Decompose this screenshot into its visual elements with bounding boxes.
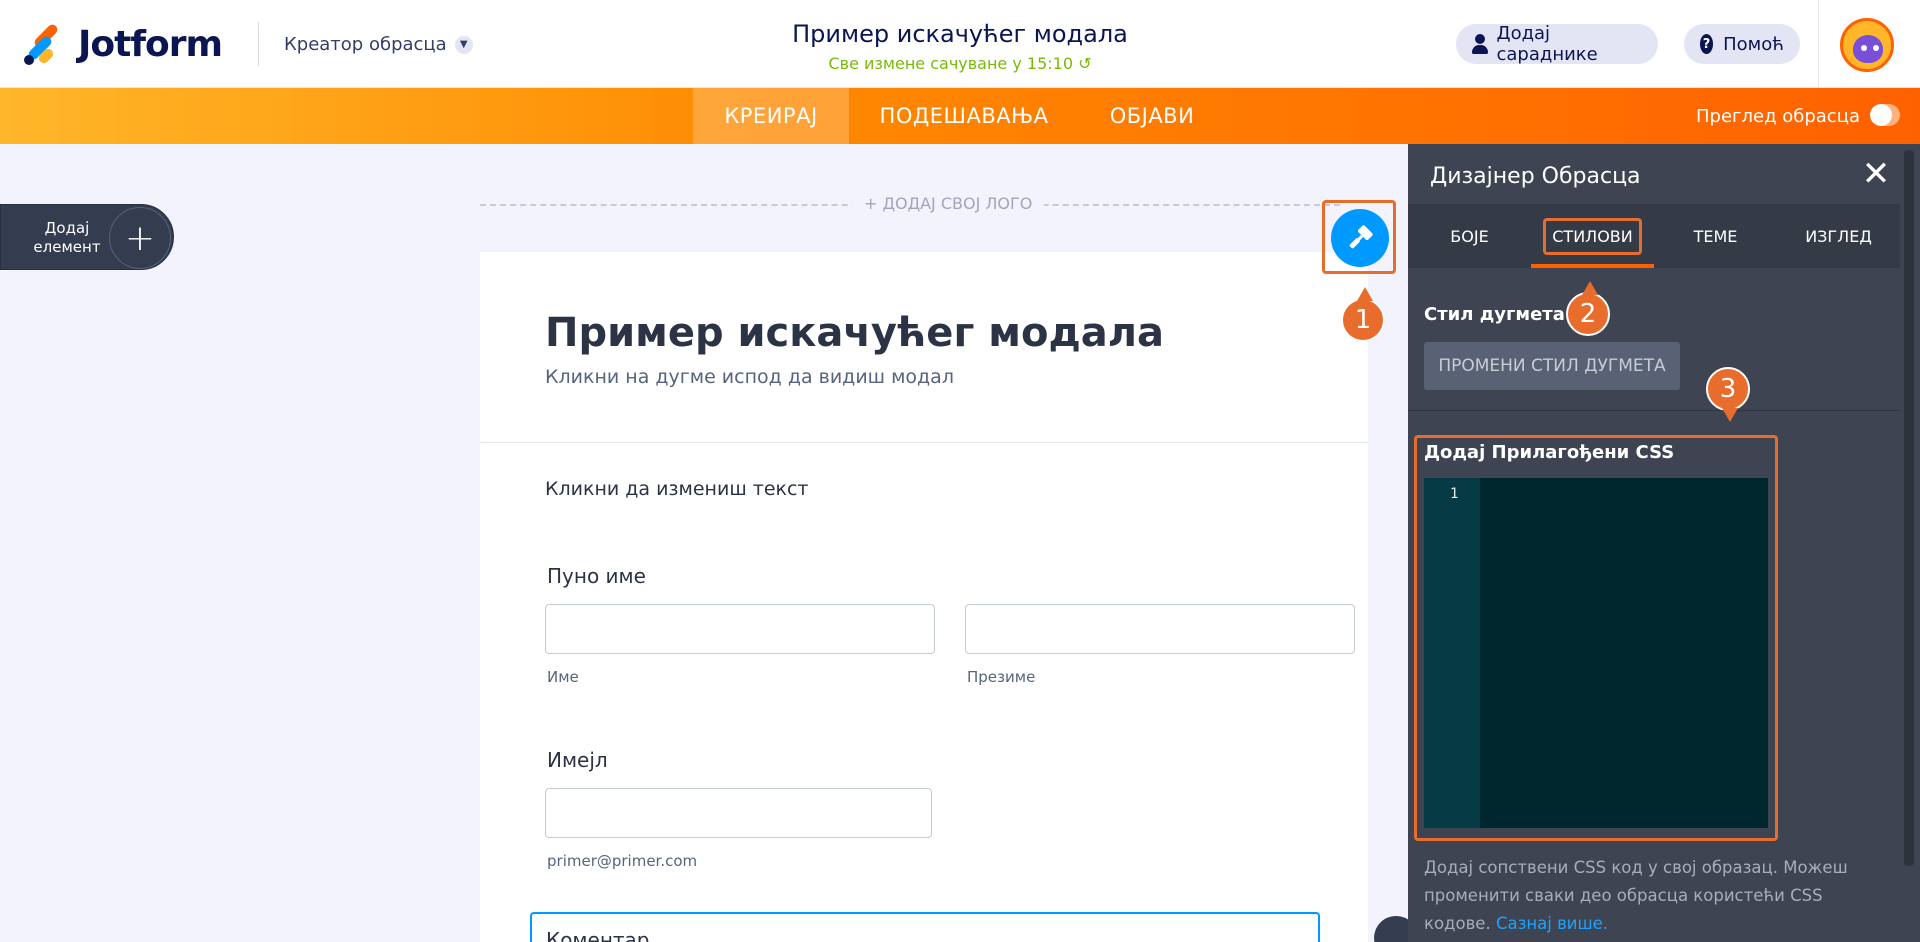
fullname-label: Пуно име: [547, 564, 646, 588]
tab-colors[interactable]: БОЈЕ: [1408, 204, 1531, 268]
custom-css-title: Додај Прилагођени CSS: [1424, 442, 1675, 463]
form-heading[interactable]: Пример искачућег модала: [545, 310, 1164, 356]
header-divider: [258, 22, 259, 66]
form-creator-label: Креатор обрасца: [284, 34, 447, 55]
user-avatar[interactable]: [1840, 18, 1894, 72]
user-icon: [1472, 34, 1488, 54]
first-name-input[interactable]: [545, 604, 935, 654]
designer-section-divider: [1408, 410, 1900, 411]
form-preview-label: Преглед обрасца: [1696, 106, 1860, 127]
form-designer-button[interactable]: [1331, 209, 1389, 267]
callout-2: 2: [1566, 281, 1610, 336]
form-subheading[interactable]: Кликни на дугме испод да видиш модал: [545, 366, 954, 388]
designer-tabs: БОЈЕ СТИЛОВИ ТЕМЕ ИЗГЛЕД: [1408, 204, 1900, 268]
email-input[interactable]: [545, 788, 932, 838]
last-name-input[interactable]: [965, 604, 1355, 654]
designer-scrollbar[interactable]: [1900, 144, 1920, 942]
form-text-block[interactable]: Кликни да измениш текст: [545, 478, 809, 500]
callout-3: 3: [1706, 367, 1750, 422]
history-icon[interactable]: ↺: [1078, 54, 1091, 73]
tab-styles-label: СТИЛОВИ: [1543, 217, 1642, 255]
add-collaborators-label: Додај сараднике: [1496, 23, 1598, 65]
tab-settings[interactable]: ПОДЕШАВАЊА: [862, 88, 1066, 144]
tab-create[interactable]: КРЕИРАЈ: [693, 88, 849, 144]
button-style-title: Стил дугмета: [1424, 304, 1565, 325]
builder-navbar: КРЕИРАЈ ПОДЕШАВАЊА ОБЈАВИ Преглед обрасц…: [0, 88, 1920, 144]
jotform-logo-icon: [24, 22, 62, 65]
tab-publish[interactable]: ОБЈАВИ: [1080, 88, 1224, 144]
top-header: Jotform Креатор обрасца ▼ Пример искачућ…: [0, 0, 1920, 88]
header-form-title[interactable]: Пример искачућег модала: [760, 20, 1160, 48]
tab-layout-label: ИЗГЛЕД: [1805, 226, 1872, 246]
learn-more-link[interactable]: Сазнај више.: [1496, 914, 1608, 933]
custom-css-description-text: Додај сопствени CSS код у свој образац. …: [1424, 858, 1848, 933]
editor-gutter: 1: [1424, 478, 1480, 828]
comment-label: Коментар: [546, 928, 650, 942]
add-collaborators-button[interactable]: Додај сараднике: [1456, 23, 1658, 65]
tab-themes-label: ТЕМЕ: [1693, 226, 1738, 246]
last-name-hint: Презиме: [967, 668, 1036, 686]
custom-css-editor[interactable]: 1: [1424, 478, 1768, 828]
first-name-hint: Име: [547, 668, 579, 686]
form-title-block: Пример искачућег модала Све измене сачув…: [760, 20, 1160, 73]
change-button-style-button[interactable]: ПРОМЕНИ СТИЛ ДУГМЕТА: [1424, 342, 1680, 390]
form-header-divider: [480, 442, 1368, 443]
form-preview-toggle[interactable]: [1870, 104, 1900, 126]
form-designer-button-highlight: [1322, 200, 1396, 274]
help-button[interactable]: ? Помоћ: [1684, 24, 1800, 64]
close-icon[interactable]: ✕: [1856, 154, 1896, 194]
email-label: Имејл: [547, 748, 608, 772]
tab-styles[interactable]: СТИЛОВИ: [1531, 204, 1654, 268]
custom-css-description: Додај сопствени CSS код у свој образац. …: [1424, 854, 1880, 938]
add-logo-link[interactable]: + ДОДАЈ СВОЈ ЛОГО: [852, 194, 1045, 213]
paint-roller-icon: [1349, 225, 1373, 249]
form-designer-panel: Дизајнер Обрасца ✕ БОЈЕ СТИЛОВИ ТЕМЕ ИЗГ…: [1408, 144, 1920, 942]
add-element-button[interactable]: Додај елемент +: [0, 204, 174, 270]
designer-header: Дизајнер Обрасца ✕: [1408, 144, 1900, 204]
save-status: Све измене сачуване у 15:10 ↺: [760, 54, 1160, 73]
email-hint: primer@primer.com: [547, 852, 698, 870]
jotform-logo[interactable]: Jotform: [24, 22, 223, 65]
designer-title: Дизајнер Обрасца: [1430, 164, 1641, 189]
callout-1: 1: [1341, 287, 1385, 342]
form-creator-dropdown[interactable]: Креатор обрасца ▼: [284, 34, 473, 55]
tab-colors-label: БОЈЕ: [1450, 226, 1489, 246]
add-element-label: Додај елемент: [33, 219, 101, 256]
form-card: Пример искачућег модала Кликни на дугме …: [480, 252, 1368, 942]
avatar-divider: [1818, 0, 1819, 88]
line-number: 1: [1450, 486, 1459, 502]
save-status-text: Све измене сачуване у 15:10: [828, 54, 1074, 73]
question-icon: ?: [1700, 34, 1714, 54]
tab-layout[interactable]: ИЗГЛЕД: [1777, 204, 1900, 268]
logo-text: Jotform: [78, 24, 223, 65]
help-label: Помоћ: [1723, 33, 1784, 55]
plus-icon: +: [109, 207, 171, 269]
chevron-down-icon: ▼: [454, 35, 473, 54]
tab-themes[interactable]: ТЕМЕ: [1654, 204, 1777, 268]
